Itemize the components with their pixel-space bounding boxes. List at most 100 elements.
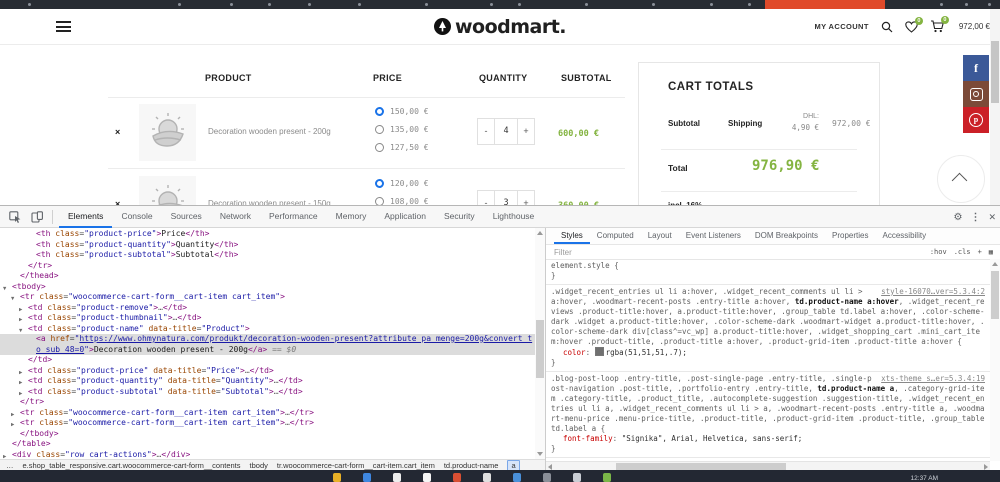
taskbar-app-icon[interactable] (543, 473, 551, 482)
dom-tree-line[interactable]: ▼ <tbody> (0, 282, 536, 293)
styles-tab-accessibility[interactable]: Accessibility (876, 228, 934, 244)
scroll-up-arrow[interactable] (992, 262, 998, 266)
styles-tab-layout[interactable]: Layout (641, 228, 679, 244)
new-style-rule-button[interactable]: + (978, 248, 982, 256)
scroll-down-arrow[interactable] (537, 452, 543, 456)
inspect-element-icon[interactable] (8, 210, 22, 224)
browser-scrollbar-thumb[interactable] (991, 41, 999, 103)
quantity-decrease-button[interactable]: - (478, 119, 494, 144)
browser-extension-icon[interactable] (988, 3, 991, 6)
toggle-hover-state-button[interactable]: :hov (930, 248, 947, 256)
dom-tree-line[interactable]: </thead> (0, 271, 536, 282)
css-declaration[interactable]: color: rgba(51,51,51,.7); (551, 347, 985, 358)
rule-selector[interactable]: xts-theme_s…er=5.3.4:19 .blog-post-loop .… (551, 374, 985, 434)
browser-extension-icon[interactable] (28, 3, 31, 6)
browser-extension-icon[interactable] (230, 3, 233, 6)
quantity-input[interactable]: 4 (494, 119, 518, 144)
price-radio[interactable] (375, 197, 384, 205)
browser-extension-icon[interactable] (268, 3, 271, 6)
devtools-tab-network[interactable]: Network (211, 206, 260, 228)
wishlist-heart-icon[interactable]: 0 (905, 16, 923, 33)
browser-scrollbar[interactable] (990, 9, 1000, 205)
taskbar-app-icon[interactable] (333, 473, 341, 482)
dom-tree-line[interactable]: <th class="product-price">Price</th> (0, 229, 536, 240)
quantity-increase-button[interactable]: + (518, 191, 534, 205)
browser-extension-icon[interactable] (748, 3, 751, 6)
browser-extension-icon[interactable] (940, 3, 943, 6)
cart-icon[interactable]: 0 (930, 16, 949, 33)
price-radio[interactable] (375, 107, 384, 116)
panel-layout-icon[interactable]: ▦ (989, 248, 993, 256)
taskbar-app-icon[interactable] (573, 473, 581, 482)
my-account-link[interactable]: MY ACCOUNT (814, 22, 868, 31)
devtools-tab-lighthouse[interactable]: Lighthouse (484, 206, 544, 228)
stylesheet-source-link[interactable]: xts-theme_s…er=5.3.4:19 (881, 374, 985, 384)
dom-tree-line[interactable]: <th class="product-subtotal">Subtotal</t… (0, 250, 536, 261)
styles-tab-dom-breakpoints[interactable]: DOM Breakpoints (748, 228, 825, 244)
devtools-tab-security[interactable]: Security (435, 206, 484, 228)
browser-extension-icon[interactable] (308, 3, 311, 6)
dom-tree-line[interactable]: </tbody> (0, 429, 536, 440)
css-declaration[interactable]: font-family: "Signika", Arial, Helvetica… (551, 434, 985, 444)
browser-extension-icon[interactable] (710, 3, 713, 6)
browser-extension-icon[interactable] (965, 3, 968, 6)
styles-tab-event-listeners[interactable]: Event Listeners (679, 228, 748, 244)
color-swatch[interactable] (594, 347, 604, 356)
price-option[interactable]: 120,00 € (375, 179, 429, 188)
dom-tree-line[interactable]: ▶ <td class="product-quantity" data-title… (0, 376, 536, 387)
taskbar-app-icon[interactable] (513, 473, 521, 482)
devtools-tab-memory[interactable]: Memory (327, 206, 376, 228)
element-style-rule[interactable]: element.style {} (546, 259, 990, 285)
product-thumbnail[interactable] (139, 104, 196, 161)
dom-tree-line[interactable]: </table> (0, 439, 536, 450)
dom-tree-line[interactable]: ▶ <td class="product-subtotal" data-title… (0, 387, 536, 398)
browser-extension-icon[interactable] (358, 3, 361, 6)
breadcrumb-item[interactable]: tbody (250, 461, 268, 470)
product-name-link[interactable]: Decoration wooden present - 200g (208, 127, 331, 136)
scroll-up-arrow[interactable] (537, 231, 543, 235)
price-option[interactable]: 108,00 € (375, 197, 429, 205)
styles-scrollbar-thumb[interactable] (991, 271, 999, 319)
social-pinterest-icon[interactable]: p (963, 107, 989, 133)
rule-selector[interactable]: style-16070…ver=5.3.4:2 .widget_recent_en… (551, 287, 985, 347)
taskbar-app-icon[interactable] (363, 473, 371, 482)
kebab-menu-icon[interactable]: ⋮ (970, 212, 980, 223)
close-icon[interactable]: ✕ (988, 212, 996, 223)
dom-tree-line[interactable]: ▼ <td class="product-name" data-title="Pr… (0, 324, 536, 335)
stylesheet-source-link[interactable]: style-16070…ver=5.3.4:2 (881, 287, 985, 297)
device-toolbar-icon[interactable] (30, 210, 44, 224)
browser-extension-highlight[interactable] (765, 0, 885, 9)
scroll-to-top-button[interactable] (937, 155, 985, 203)
browser-extension-icon[interactable] (652, 3, 655, 6)
dom-tree-line[interactable]: ▶ <td class="product-thumbnail">…</td> (0, 313, 536, 324)
taskbar-app-icon[interactable] (423, 473, 431, 482)
dom-tree-line[interactable]: ▶ <tr class="woocommerce-cart-form__cart-… (0, 408, 536, 419)
price-option[interactable]: 127,50 € (375, 143, 429, 152)
styles-tab-styles[interactable]: Styles (554, 228, 590, 244)
devtools-tab-sources[interactable]: Sources (162, 206, 211, 228)
devtools-tab-elements[interactable]: Elements (59, 206, 113, 228)
dom-tree-line[interactable]: </td> (0, 355, 536, 366)
quantity-input[interactable]: 3 (494, 191, 518, 205)
breadcrumb-item[interactable]: tr.woocommerce-cart-form__cart-item.cart… (277, 461, 435, 470)
taskbar-clock[interactable]: 12:37 AM (911, 475, 938, 482)
dom-tree-line[interactable]: ▶ <td class="product-remove">…</td> (0, 303, 536, 314)
search-icon[interactable] (881, 21, 893, 33)
dom-tree-line[interactable]: ▼ <tr class="woocommerce-cart-form__cart-… (0, 292, 536, 303)
dom-tree-line[interactable]: ▶ <td class="product-price" data-title="P… (0, 366, 536, 377)
dom-tree-line[interactable]: </tr> (0, 397, 536, 408)
social-instagram-icon[interactable] (963, 81, 989, 107)
devtools-tab-application[interactable]: Application (375, 206, 435, 228)
dom-tree-line[interactable]: <a href="https://www.ohmynatura.com/prod… (0, 334, 536, 355)
styles-hscrollbar-thumb[interactable] (616, 463, 786, 470)
styles-filter-input[interactable]: Filter (546, 248, 930, 257)
remove-item-button[interactable]: × (115, 127, 120, 137)
browser-extension-icon[interactable] (425, 3, 428, 6)
dom-tree-line[interactable]: </tr> (0, 261, 536, 272)
quantity-increase-button[interactable]: + (518, 119, 534, 144)
product-thumbnail[interactable] (139, 176, 196, 205)
price-radio[interactable] (375, 179, 384, 188)
quantity-decrease-button[interactable]: - (478, 191, 494, 205)
breadcrumb-item[interactable]: td.product-name (444, 461, 499, 470)
dom-tree-line[interactable]: ▶ <tr class="woocommerce-cart-form__cart-… (0, 418, 536, 429)
